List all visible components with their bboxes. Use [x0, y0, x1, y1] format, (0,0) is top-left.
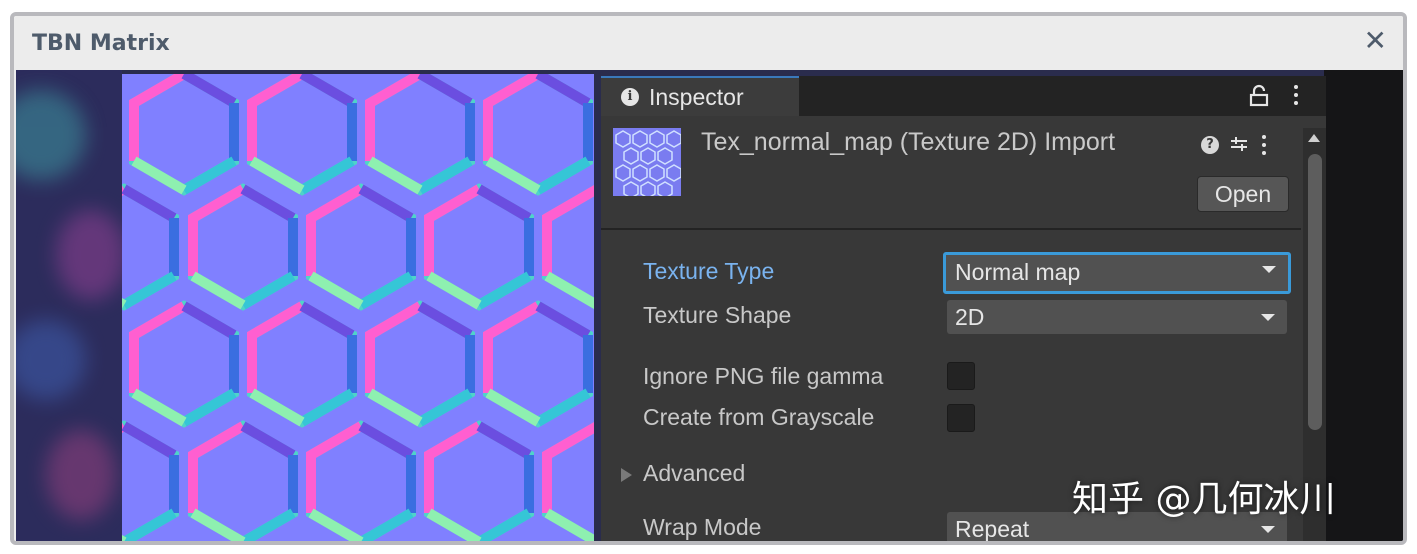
tab-inspector[interactable]: i Inspector	[601, 76, 799, 116]
blurred-background-right	[1324, 70, 1403, 541]
texture-shape-dropdown[interactable]: 2D	[947, 300, 1287, 334]
texture-type-value: Normal map	[955, 259, 1081, 285]
blurred-background	[16, 70, 122, 541]
chevron-down-icon	[1261, 314, 1275, 321]
ignore-png-gamma-label: Ignore PNG file gamma	[643, 363, 884, 389]
window-title: TBN Matrix	[32, 31, 170, 56]
preset-settings-icon[interactable]	[1229, 134, 1249, 154]
close-icon[interactable]: ✕	[1364, 26, 1387, 56]
asset-more-options-icon[interactable]	[1261, 135, 1267, 157]
foldout-arrow-icon[interactable]	[621, 468, 632, 482]
help-icon[interactable]: ?	[1201, 136, 1219, 154]
texture-type-dropdown[interactable]: Normal map	[943, 252, 1291, 294]
watermark: 知乎 @几何冰川	[1072, 479, 1336, 520]
tab-label: Inspector	[649, 84, 744, 110]
ignore-png-gamma-checkbox[interactable]	[947, 362, 975, 390]
more-options-icon[interactable]	[1293, 85, 1299, 107]
inspector-tab-bar: i Inspector	[601, 76, 1326, 116]
info-icon: i	[621, 88, 639, 106]
wrap-mode-value: Repeat	[955, 516, 1030, 541]
wrap-mode-label: Wrap Mode	[643, 514, 762, 540]
chevron-down-icon	[1262, 266, 1276, 273]
chevron-down-icon	[1261, 526, 1275, 533]
hexagon-pattern	[122, 74, 594, 541]
open-button[interactable]: Open	[1197, 176, 1289, 212]
advanced-foldout-label[interactable]: Advanced	[643, 460, 745, 487]
scroll-up-icon[interactable]	[1308, 134, 1320, 142]
scrollbar-thumb[interactable]	[1308, 154, 1322, 430]
texture-type-label: Texture Type	[643, 258, 775, 284]
create-from-grayscale-label: Create from Grayscale	[643, 404, 875, 430]
texture-shape-label: Texture Shape	[643, 302, 792, 328]
window: TBN Matrix ✕ i Inspector Tex_normal_map …	[10, 12, 1407, 545]
create-from-grayscale-checkbox[interactable]	[947, 404, 975, 432]
lock-icon[interactable]	[1248, 84, 1270, 108]
title-bar: TBN Matrix ✕	[14, 16, 1403, 72]
texture-thumbnail	[613, 128, 681, 196]
divider	[601, 228, 1301, 230]
asset-title: Tex_normal_map (Texture 2D) Import	[701, 128, 1116, 156]
normal-map-preview	[122, 74, 594, 541]
texture-shape-value: 2D	[955, 304, 985, 330]
